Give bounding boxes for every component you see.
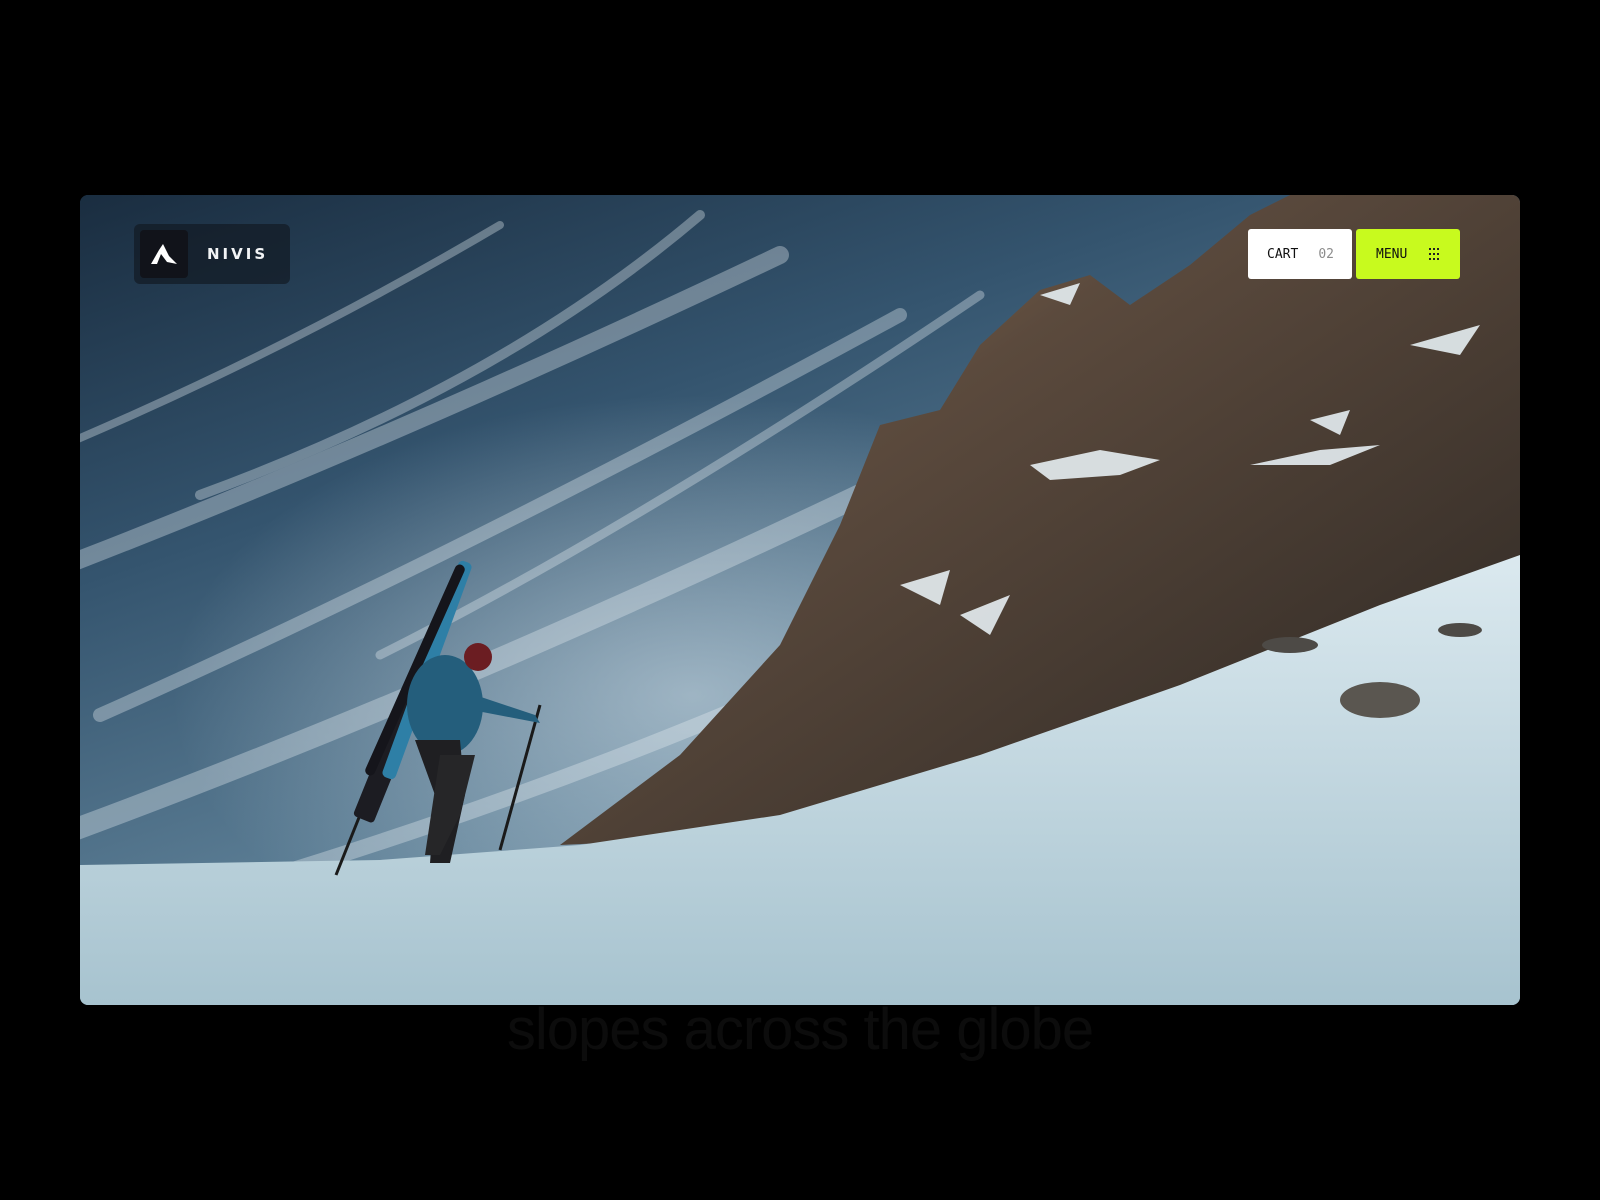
cart-button[interactable]: CART 02	[1248, 229, 1352, 279]
grid-dots-icon	[1429, 248, 1441, 260]
menu-button[interactable]: MENU	[1356, 229, 1460, 279]
cart-count: 02	[1318, 246, 1334, 262]
cart-label: CART	[1267, 246, 1299, 262]
page: NIVIS CART 02 MENU slopes across the glo…	[0, 0, 1600, 1200]
ski-mountaineer-scene	[80, 195, 1520, 1005]
brand-logo[interactable]: NIVIS	[134, 224, 290, 284]
caption-text: slopes across the globe	[506, 997, 1094, 1062]
nivis-logo-icon	[140, 230, 188, 278]
menu-label: MENU	[1376, 246, 1408, 262]
brand-name: NIVIS	[207, 245, 269, 263]
hero-image: NIVIS CART 02 MENU	[80, 195, 1520, 1005]
